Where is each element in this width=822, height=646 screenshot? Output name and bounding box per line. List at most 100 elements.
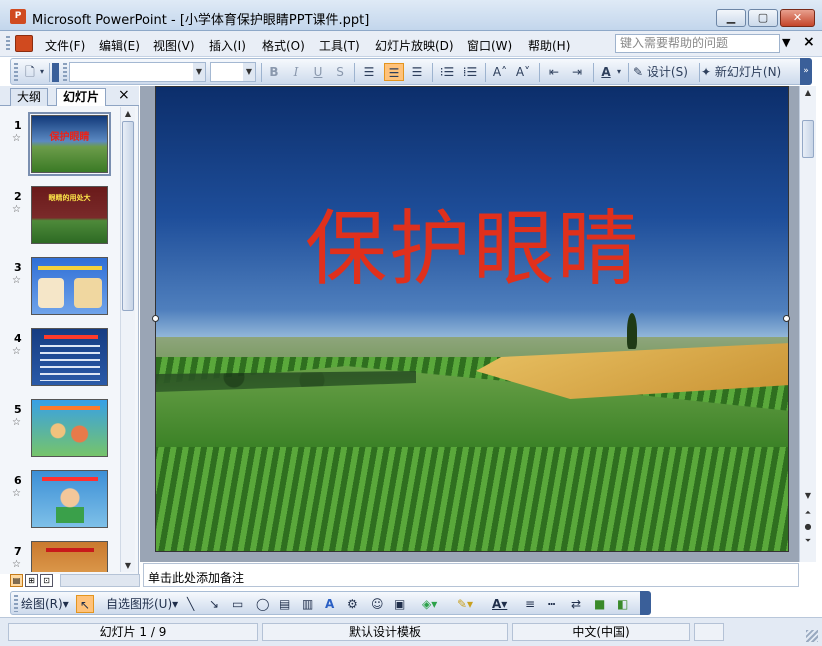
new-document-icon[interactable]: 🗋 [21, 63, 39, 81]
shadow-style-icon[interactable]: ■ [594, 595, 605, 613]
scroll-up-icon[interactable]: ▲ [121, 109, 135, 118]
resize-grip-icon[interactable] [806, 630, 818, 642]
normal-view-icon[interactable]: ▤ [10, 574, 23, 587]
new-slide-button[interactable]: ✦ 新幻灯片(N) [701, 63, 799, 81]
horizontal-scrollbar[interactable] [60, 574, 140, 587]
increase-font-icon[interactable]: A˄ [491, 63, 509, 81]
wordart-icon[interactable]: A [325, 595, 334, 613]
font-dropdown-icon[interactable]: ▼ [193, 63, 205, 81]
font-name-select[interactable]: ▼ [69, 62, 206, 82]
notes-field[interactable]: 单击此处添加备注 [143, 563, 799, 587]
tab-slides[interactable]: 幻灯片 [56, 88, 107, 106]
3d-style-icon[interactable]: ◧ [617, 595, 628, 613]
bold-button[interactable]: B [266, 63, 282, 81]
resize-handle-right[interactable] [783, 315, 790, 322]
underline-button[interactable]: U [310, 63, 326, 81]
picture-icon[interactable]: ▣ [394, 595, 405, 613]
italic-button[interactable]: I [288, 63, 304, 81]
previous-slide-icon[interactable]: ⏶ [800, 508, 816, 518]
scroll-thumb[interactable] [802, 120, 814, 158]
line-color-icon[interactable]: ✎▾ [457, 595, 473, 613]
slide-thumbnail-5[interactable] [31, 399, 108, 457]
menu-view[interactable]: 视图(V) [153, 37, 195, 54]
vertical-text-box-icon[interactable]: ▥ [302, 595, 313, 613]
slide-thumbnail-3[interactable] [31, 257, 108, 315]
tab-outline[interactable]: 大纲 [10, 88, 49, 106]
menu-tools[interactable]: 工具(T) [319, 37, 360, 54]
line-icon[interactable]: ╲ [187, 595, 194, 613]
slide-scrollbar[interactable]: ▲ ▼ ⏶ ● ⏷ [799, 86, 816, 562]
clip-art-icon[interactable]: ☺ [371, 595, 384, 613]
decrease-font-icon[interactable]: A˅ [514, 63, 532, 81]
align-right-icon[interactable]: ☰ [408, 63, 426, 81]
help-dropdown-icon[interactable]: ▼ [782, 36, 790, 49]
numbering-icon[interactable]: ⁝☰ [438, 63, 456, 81]
thumbnail-scrollbar[interactable]: ▲ ▼ [120, 107, 135, 572]
pane-close-icon[interactable]: × [118, 87, 130, 103]
slide-title[interactable]: 保护眼睛 [156, 182, 788, 301]
scroll-thumb[interactable] [122, 121, 134, 311]
increase-indent-icon[interactable]: ⇥ [568, 63, 586, 81]
size-dropdown-icon[interactable]: ▼ [243, 63, 255, 81]
drawing-toolbar-grip[interactable] [14, 595, 18, 612]
align-left-icon[interactable]: ☰ [360, 63, 378, 81]
slide-sorter-view-icon[interactable]: ⊞ [25, 574, 38, 587]
toolbar-options-icon[interactable] [52, 63, 59, 82]
slideshow-view-icon[interactable]: ⊡ [40, 574, 53, 587]
dash-style-icon[interactable]: ┅ [548, 595, 555, 613]
scroll-down-icon[interactable]: ▼ [121, 561, 135, 570]
font-size-select[interactable]: ▼ [210, 62, 256, 82]
format-toolbar-grip[interactable] [63, 63, 67, 81]
draw-menu-button[interactable]: 绘图(R)▾ [21, 595, 69, 613]
close-document-icon[interactable]: × [803, 34, 815, 50]
decrease-indent-icon[interactable]: ⇤ [545, 63, 563, 81]
align-center-icon[interactable]: ☰ [384, 63, 404, 81]
font-color-dropdown-icon[interactable]: ▾ [615, 63, 623, 81]
slide-thumbnail-7[interactable] [31, 541, 108, 572]
toolbar-grip[interactable] [14, 63, 18, 81]
arrow-icon[interactable]: ↘ [209, 595, 219, 613]
scroll-down-icon[interactable]: ▼ [800, 491, 816, 500]
design-template-status[interactable]: 默认设计模板 [262, 623, 508, 641]
current-slide[interactable]: 保护眼睛 [155, 86, 789, 552]
text-box-icon[interactable]: ▤ [279, 595, 290, 613]
arrow-style-icon[interactable]: ⇄ [571, 595, 581, 613]
resize-handle-left[interactable] [152, 315, 159, 322]
next-slide-icon[interactable]: ⏷ [800, 536, 816, 546]
slide-thumbnail-6[interactable] [31, 470, 108, 528]
scroll-up-icon[interactable]: ▲ [800, 88, 816, 97]
rectangle-icon[interactable]: ▭ [232, 595, 243, 613]
slide-thumbnail-1[interactable]: 保护眼睛 [28, 112, 111, 176]
menu-format[interactable]: 格式(O) [262, 37, 305, 54]
document-menu-icon[interactable] [15, 35, 33, 52]
select-browse-icon[interactable]: ● [800, 522, 816, 531]
diagram-icon[interactable]: ⚙ [347, 595, 358, 613]
help-search-input[interactable]: 键入需要帮助的问题 [615, 34, 780, 53]
slide-thumbnail-2[interactable]: 眼睛的用处大 [31, 186, 108, 244]
font-color-icon[interactable]: A▾ [492, 595, 507, 613]
minimize-button[interactable]: ▁ [716, 9, 746, 27]
select-pointer-icon[interactable]: ↖ [76, 595, 94, 613]
toolbar-dropdown-icon[interactable]: ▾ [38, 63, 46, 81]
menu-grip[interactable] [6, 36, 10, 52]
toolbar-overflow-icon[interactable]: » [800, 58, 812, 85]
maximize-button[interactable]: ▢ [748, 9, 778, 27]
bullets-icon[interactable]: ⁞☰ [461, 63, 479, 81]
menu-help[interactable]: 帮助(H) [528, 37, 570, 54]
line-style-icon[interactable]: ≡ [525, 595, 535, 613]
menu-edit[interactable]: 编辑(E) [99, 37, 140, 54]
powerpoint-icon[interactable]: P [10, 9, 26, 24]
drawing-toolbar-overflow-icon[interactable] [640, 591, 651, 615]
menu-insert[interactable]: 插入(I) [209, 37, 246, 54]
oval-icon[interactable]: ◯ [256, 595, 269, 613]
design-button[interactable]: ✎ 设计(S) [633, 63, 701, 81]
autoshapes-button[interactable]: 自选图形(U)▾ [106, 595, 178, 613]
fill-color-icon[interactable]: ◈▾ [422, 595, 437, 613]
menu-window[interactable]: 窗口(W) [467, 37, 512, 54]
slide-thumbnail-4[interactable] [31, 328, 108, 386]
close-button[interactable]: ✕ [780, 9, 815, 27]
font-color-button[interactable]: A [597, 63, 615, 81]
shadow-button[interactable]: S [332, 63, 348, 81]
menu-slideshow[interactable]: 幻灯片放映(D) [375, 37, 454, 54]
menu-file[interactable]: 文件(F) [45, 37, 85, 54]
